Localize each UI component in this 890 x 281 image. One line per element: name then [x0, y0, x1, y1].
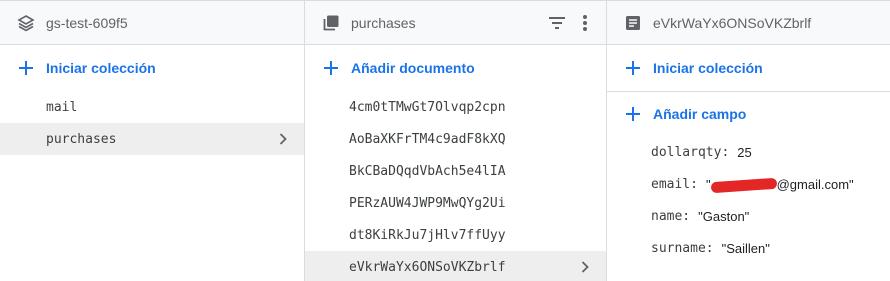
start-collection-label: Iniciar colección: [46, 60, 156, 76]
field-row-dollarqty[interactable]: dollarqty: 25: [607, 136, 890, 168]
plus-icon: [16, 58, 36, 78]
redaction-mark: [710, 177, 777, 193]
document-panel-header: eVkrWaYx6ONSoVKZbrlf: [607, 1, 890, 45]
field-value: "Gaston": [698, 208, 750, 224]
document-item[interactable]: dt8KiRkJu7jHlv7ffUyy: [305, 219, 606, 251]
document-item-selected[interactable]: eVkrWaYx6ONSoVKZbrlf: [305, 251, 606, 281]
add-document-button[interactable]: Añadir documento: [305, 45, 606, 91]
collection-item-label: purchases: [46, 131, 117, 147]
project-title: gs-test-609f5: [46, 14, 128, 31]
document-title: eVkrWaYx6ONSoVKZbrlf: [653, 14, 812, 31]
start-subcollection-label: Iniciar colección: [653, 60, 763, 76]
root-panel: gs-test-609f5 Iniciar colección mail pur…: [0, 1, 305, 281]
field-row-name[interactable]: name: "Gaston": [607, 200, 890, 232]
root-panel-header: gs-test-609f5: [0, 1, 304, 45]
field-value: 25: [737, 144, 752, 160]
plus-icon: [623, 104, 643, 124]
document-item[interactable]: BkCBaDQqdVbAch5e4lIA: [305, 155, 606, 187]
collection-panel: purchases Añadir documento 4cm0tTMwGt7Ol…: [305, 1, 607, 281]
document-id: eVkrWaYx6ONSoVKZbrlf: [349, 259, 506, 275]
email-domain: @gmail.com": [776, 176, 854, 192]
document-id: dt8KiRkJu7jHlv7ffUyy: [349, 227, 506, 243]
collection-item-label: mail: [46, 99, 78, 115]
collection-item-purchases[interactable]: purchases: [0, 123, 304, 155]
chevron-right-icon: [278, 132, 288, 146]
start-subcollection-button[interactable]: Iniciar colección: [607, 45, 890, 91]
collection-title: purchases: [351, 14, 416, 31]
plus-icon: [623, 58, 643, 78]
field-key: name:: [651, 208, 691, 224]
collection-panel-header: purchases: [305, 1, 606, 45]
document-panel: eVkrWaYx6ONSoVKZbrlf Iniciar colección A…: [607, 1, 890, 281]
field-row-email[interactable]: email: " @gmail.com": [607, 168, 890, 200]
filter-icon[interactable]: [546, 12, 568, 34]
collection-icon: [321, 13, 341, 33]
firestore-data-panels: gs-test-609f5 Iniciar colección mail pur…: [0, 0, 890, 281]
more-vert-icon[interactable]: [574, 12, 596, 34]
document-item[interactable]: PERzAUW4JWP9MwQYg2Ui: [305, 187, 606, 219]
document-item[interactable]: AoBaXKFrTM4c9adF8kXQ: [305, 123, 606, 155]
add-document-label: Añadir documento: [351, 60, 475, 76]
add-field-label: Añadir campo: [653, 106, 747, 122]
stack-icon: [16, 13, 36, 33]
document-item[interactable]: 4cm0tTMwGt7Olvqp2cpn: [305, 91, 606, 123]
collection-item-mail[interactable]: mail: [0, 91, 304, 123]
field-value: "Saillen": [721, 240, 770, 256]
document-icon: [623, 13, 643, 33]
add-field-button[interactable]: Añadir campo: [607, 92, 890, 136]
collection-header-actions: [546, 12, 596, 34]
field-key: dollarqty:: [651, 144, 730, 160]
field-key: surname:: [651, 240, 714, 256]
field-value: " @gmail.com": [705, 176, 854, 193]
document-id: 4cm0tTMwGt7Olvqp2cpn: [349, 99, 506, 115]
field-row-surname[interactable]: surname: "Saillen": [607, 232, 890, 264]
email-quote: ": [705, 176, 711, 192]
document-id: AoBaXKFrTM4c9adF8kXQ: [349, 131, 506, 147]
start-collection-button[interactable]: Iniciar colección: [0, 45, 304, 91]
plus-icon: [321, 58, 341, 78]
chevron-right-icon: [580, 260, 590, 274]
document-id: BkCBaDQqdVbAch5e4lIA: [349, 163, 506, 179]
field-key: email:: [651, 176, 698, 192]
document-id: PERzAUW4JWP9MwQYg2Ui: [349, 195, 506, 211]
